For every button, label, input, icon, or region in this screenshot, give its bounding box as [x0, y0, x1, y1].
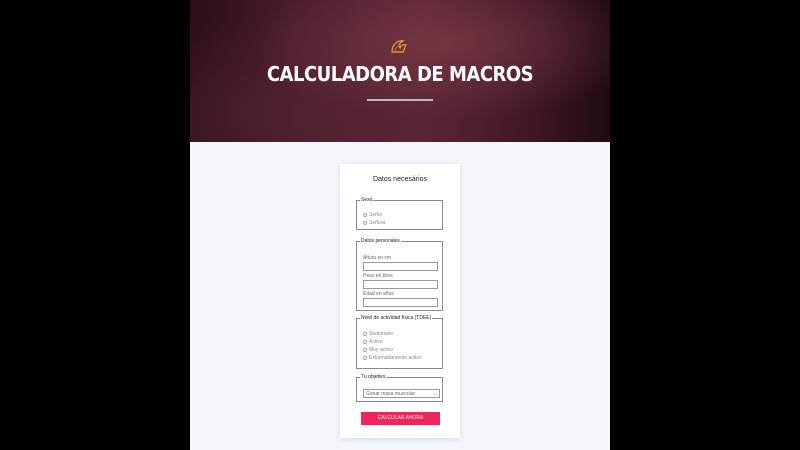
objetivo-group: Tu objetivo Ganar masa muscular ⌵ [356, 374, 443, 402]
sexo-legend: Sexo [361, 197, 373, 203]
chevron-down-icon: ⌵ [433, 391, 437, 397]
altura-label: Altura en cm [363, 255, 392, 261]
page-title: CALCULADORA DE MACROS [266, 62, 534, 87]
peso-input[interactable] [363, 280, 438, 289]
calcular-button[interactable]: CALCULAR AHORA [361, 412, 440, 425]
edad-input[interactable] [363, 298, 438, 307]
radio-label: Señora [369, 220, 386, 226]
form-title: Datos necesários [372, 176, 428, 183]
objetivo-selected-value: Ganar masa muscular [366, 391, 416, 397]
radio-senora[interactable]: Señora [363, 220, 385, 226]
radio-circle-icon [363, 347, 367, 352]
actividad-legend: Nivel de actividad física (TDEE) [361, 315, 432, 321]
flame-logo-icon [391, 40, 408, 53]
radio-label: Activo [369, 339, 383, 345]
radio-label: Sedentario [369, 331, 394, 337]
peso-label: Peso en kilos [363, 273, 393, 279]
radio-activo[interactable]: Activo [363, 339, 383, 345]
macro-form-card: Datos necesários Sexo Señor Señora Datos… [340, 164, 460, 438]
actividad-group: Nivel de actividad física (TDEE) Sedenta… [356, 315, 443, 369]
radio-circle-icon [363, 355, 367, 360]
edad-label: Edad en años [363, 291, 394, 297]
sexo-group: Sexo Señor Señora [356, 197, 443, 230]
hero-banner: CALCULADORA DE MACROS [190, 0, 610, 142]
radio-label: Señor [369, 212, 383, 218]
radio-circle-icon [363, 331, 367, 336]
radio-muy-activo[interactable]: Muy activo [363, 347, 393, 353]
radio-senor[interactable]: Señor [363, 212, 382, 218]
datos-personales-group: Datos personales Altura en cm Peso en ki… [356, 238, 443, 311]
radio-circle-icon [363, 339, 367, 344]
radio-circle-icon [363, 220, 367, 225]
objetivo-legend: Tu objetivo [361, 374, 386, 380]
radio-label: Extremadamente activo [369, 355, 422, 361]
radio-sedentario[interactable]: Sedentario [363, 331, 393, 337]
radio-label: Muy activo [369, 347, 393, 353]
page: CALCULADORA DE MACROS Datos necesários S… [190, 0, 610, 450]
altura-input[interactable] [363, 262, 438, 271]
radio-extremadamente-activo[interactable]: Extremadamente activo [363, 355, 422, 361]
objetivo-select[interactable]: Ganar masa muscular ⌵ [363, 389, 440, 398]
datos-personales-legend: Datos personales [361, 238, 400, 244]
radio-circle-icon [363, 212, 367, 217]
title-divider [367, 99, 433, 101]
